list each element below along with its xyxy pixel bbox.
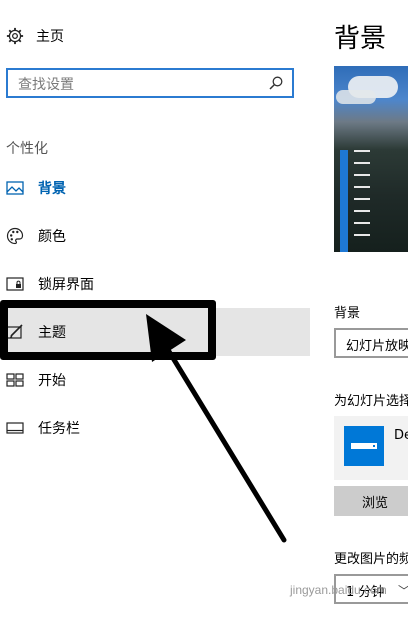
background-type-select[interactable]: 幻灯片放映 (334, 328, 408, 358)
page-title: 背景 (334, 24, 387, 54)
nav-item-taskbar[interactable]: 任务栏 (0, 404, 310, 452)
preview-line (354, 222, 370, 224)
nav-item-label: 颜色 (38, 229, 66, 245)
album-label: 为幻灯片选择相册 (334, 394, 408, 409)
nav-item-label: 开始 (38, 373, 66, 389)
picture-icon (6, 181, 24, 195)
preview-line (354, 198, 370, 200)
preview-line (354, 174, 370, 176)
preview-start-bar (340, 150, 348, 252)
preview-line (354, 150, 370, 152)
lock-screen-icon (6, 277, 24, 291)
palette-icon (6, 227, 24, 245)
desktop-preview (334, 66, 408, 252)
background-label: 背景 (334, 306, 361, 321)
browse-button[interactable]: 浏览 (334, 486, 408, 516)
preview-line (354, 234, 370, 236)
nav-item-label: 锁屏界面 (38, 277, 94, 293)
search-input[interactable]: 查找设置 (6, 68, 294, 98)
home-label: 主页 (36, 29, 64, 45)
nav-item-start[interactable]: 开始 (0, 356, 310, 404)
nav-item-label: 主题 (38, 325, 66, 341)
album-item[interactable]: Desktop (334, 416, 408, 480)
nav-item-themes[interactable]: 主题 (0, 308, 310, 356)
folder-icon (344, 426, 384, 466)
preview-line (354, 162, 370, 164)
nav-item-background[interactable]: 背景 (0, 164, 310, 212)
album-name: Desktop (394, 428, 408, 443)
background-type-value: 幻灯片放映 (346, 339, 408, 354)
home-link[interactable]: 主页 (6, 24, 64, 48)
theme-brush-icon (6, 324, 23, 339)
preview-cloud (336, 90, 376, 104)
search-placeholder: 查找设置 (18, 77, 74, 93)
nav-item-lock-screen[interactable]: 锁屏界面 (0, 260, 310, 308)
taskbar-icon (6, 422, 24, 434)
browse-label: 浏览 (362, 496, 389, 511)
nav-item-colors[interactable]: 颜色 (0, 212, 310, 260)
settings-nav-pane: 主页 查找设置 个性化 背景 颜色 锁屏界面 主题 开始 任务栏 (0, 0, 318, 630)
background-settings-pane: 背景 背景 幻灯片放映 为幻灯片选择相册 Desktop 浏览 更改图片的频率 … (318, 0, 408, 630)
search-icon[interactable] (268, 75, 284, 91)
watermark: jingyan.baidu.com (290, 583, 387, 597)
preview-line (354, 186, 370, 188)
personalization-heading: 个性化 (6, 141, 48, 157)
gear-icon (6, 27, 24, 45)
interval-label: 更改图片的频率 (334, 552, 408, 567)
nav-item-label: 背景 (38, 181, 66, 197)
chevron-down-icon: ﹀ (398, 582, 408, 599)
preview-line (354, 210, 370, 212)
nav-item-label: 任务栏 (38, 421, 80, 437)
start-grid-icon (6, 373, 24, 387)
